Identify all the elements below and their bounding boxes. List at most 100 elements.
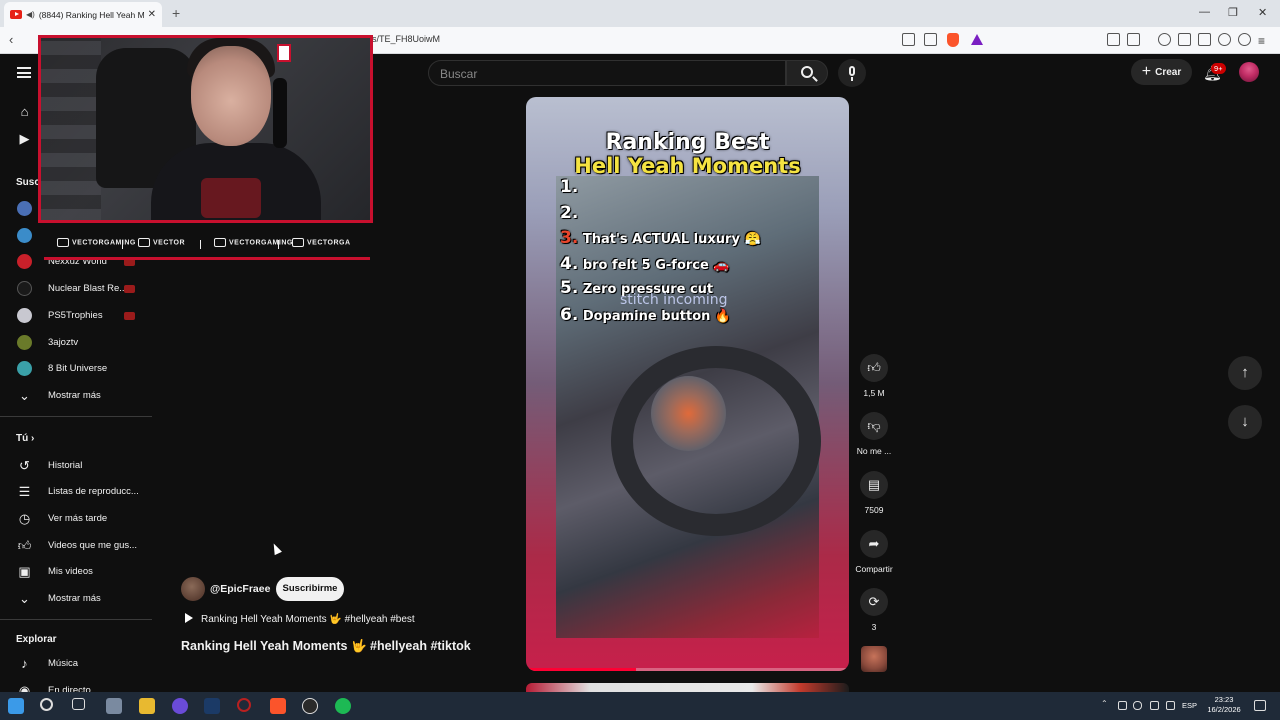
- channel-avatar: [17, 254, 32, 269]
- share-label: Compartir: [855, 564, 893, 574]
- sidebar-show-more-2[interactable]: ⌄ Mostrar más: [0, 586, 152, 612]
- previous-short-button[interactable]: ↑: [1228, 356, 1262, 390]
- hamburger-menu-icon[interactable]: [17, 67, 31, 78]
- sidebar-channel-3ajoztv[interactable]: 3ajoztv: [0, 330, 152, 356]
- audio-playing-icon[interactable]: ◀): [26, 10, 35, 19]
- opera-icon[interactable]: [237, 698, 251, 712]
- vpn-icon[interactable]: [1238, 33, 1251, 46]
- subscriptions-heading[interactable]: Susc: [16, 177, 40, 188]
- menu-icon[interactable]: ≡: [1258, 34, 1265, 48]
- sidebar-item-label: Listas de reproducc...: [48, 486, 139, 497]
- restore-icon[interactable]: ❐: [1228, 6, 1238, 19]
- wallet-icon[interactable]: [1198, 33, 1211, 46]
- app-icon[interactable]: [172, 698, 188, 714]
- minimize-icon[interactable]: —: [1199, 6, 1210, 18]
- install-icon[interactable]: [902, 33, 915, 46]
- arrow-down-icon: ↓: [1241, 413, 1249, 430]
- sidebar-item-music[interactable]: ♪ Música: [0, 651, 152, 677]
- sidebar-item-history[interactable]: ↺ Historial: [0, 453, 152, 479]
- sidebar-show-more[interactable]: ⌄ Mostrar más: [0, 383, 152, 409]
- next-short-button[interactable]: ↓: [1228, 405, 1262, 439]
- channel-avatar: [17, 228, 32, 243]
- language-indicator[interactable]: ESP: [1182, 701, 1197, 710]
- leo-ai-icon[interactable]: [1218, 33, 1231, 46]
- sidebar-divider: [0, 619, 152, 620]
- obs-icon[interactable]: [302, 698, 318, 714]
- instagram-icon: [292, 238, 304, 247]
- dislike-button[interactable]: 👎︎: [860, 412, 888, 440]
- screenshot-icon[interactable]: [1127, 33, 1140, 46]
- video-progress-fill: [526, 668, 636, 671]
- sidebar-channel-8-bit-universe[interactable]: 8 Bit Universe: [0, 356, 152, 382]
- share-page-icon[interactable]: [924, 33, 937, 46]
- notification-center-icon[interactable]: [1254, 700, 1266, 711]
- comments-button[interactable]: ▤: [860, 471, 888, 499]
- twitter-bird-icon: [214, 238, 226, 247]
- search-icon[interactable]: [40, 698, 53, 711]
- media-icon[interactable]: [1158, 33, 1171, 46]
- social-handles-bar: VECTORGAMING VECTOR VECTORGAMING VECTORG…: [42, 233, 370, 260]
- close-tab-icon[interactable]: ✕: [148, 9, 156, 20]
- sidebar-channel-nuclear-blast[interactable]: Nuclear Blast Re...: [0, 276, 152, 302]
- clock[interactable]: 23:23 16/2/2026: [1204, 695, 1244, 715]
- like-button[interactable]: 👍︎: [860, 354, 888, 382]
- app-icon[interactable]: [106, 698, 122, 714]
- spotify-icon[interactable]: [335, 698, 351, 714]
- voice-search-button[interactable]: [838, 59, 866, 87]
- share-button[interactable]: ➦: [860, 530, 888, 558]
- channel-avatar[interactable]: [181, 577, 205, 601]
- file-explorer-icon[interactable]: [139, 698, 155, 714]
- short-video-player[interactable]: Ranking Best Hell Yeah Moments 1. 2. 3. …: [526, 97, 849, 671]
- remix-button[interactable]: ⟳: [860, 588, 888, 616]
- account-avatar[interactable]: [1239, 62, 1259, 82]
- short-title-line1: Ranking Best: [605, 130, 770, 155]
- search-input[interactable]: Buscar: [428, 60, 786, 86]
- sidebar-item-your-videos[interactable]: ▣ Mis videos: [0, 559, 152, 585]
- arrow-up-icon: ↑: [1241, 364, 1249, 381]
- brave-rewards-icon[interactable]: [971, 34, 983, 45]
- rank-item: 6. Dopamine button 🔥: [560, 305, 732, 325]
- chevron-down-icon: ⌄: [19, 591, 30, 606]
- webcam-overlay: [38, 35, 373, 223]
- new-tab-icon[interactable]: +: [172, 5, 180, 21]
- channel-avatar: [17, 335, 32, 350]
- volume-icon[interactable]: [1166, 701, 1175, 710]
- steam-icon[interactable]: [204, 698, 220, 714]
- sidebar-item-liked-videos[interactable]: 👍︎ Videos que me gus...: [0, 533, 152, 559]
- microphone-icon: [849, 66, 855, 76]
- you-heading[interactable]: Tú ›: [16, 433, 34, 444]
- channel-avatar: [17, 281, 32, 296]
- brave-browser-icon[interactable]: [270, 698, 286, 714]
- tray-app-icon[interactable]: [1118, 701, 1127, 710]
- task-view-icon[interactable]: [72, 698, 85, 710]
- sidebar-item-watch-later[interactable]: ◷ Ver más tarde: [0, 506, 152, 532]
- you-heading-label: Tú: [16, 433, 29, 444]
- tray-chevron-icon[interactable]: ⌃: [1101, 699, 1110, 708]
- microphone-tray-icon[interactable]: [1133, 701, 1142, 710]
- sidebar-item-label: Historial: [48, 460, 83, 471]
- extensions-icon[interactable]: [1107, 33, 1120, 46]
- sidebar-divider: [0, 416, 152, 417]
- search-button[interactable]: [786, 60, 828, 86]
- video-progress-bar[interactable]: [526, 668, 849, 671]
- browser-tab[interactable]: ◀) (8844) Ranking Hell Yeah Moments ✕: [4, 2, 162, 27]
- back-icon[interactable]: ‹: [9, 32, 13, 47]
- brave-shields-icon[interactable]: [947, 33, 959, 47]
- clock-date: 16/2/2026: [1207, 705, 1241, 714]
- network-icon[interactable]: [1150, 701, 1159, 710]
- sidebar-toggle-icon[interactable]: [1178, 33, 1191, 46]
- comment-count: 7509: [864, 505, 884, 515]
- sidebar-item-playlists[interactable]: ☰ Listas de reproducc...: [0, 479, 152, 505]
- comment-icon: ▤: [867, 477, 881, 492]
- subscribe-button[interactable]: Suscribirme: [276, 577, 344, 601]
- create-button[interactable]: + Crear: [1131, 59, 1192, 85]
- sidebar-item-label: Mis videos: [48, 566, 93, 577]
- channel-name[interactable]: @EpicFraee: [210, 583, 270, 595]
- sound-thumbnail[interactable]: [861, 646, 887, 672]
- close-window-icon[interactable]: ✕: [1258, 6, 1267, 19]
- url-text[interactable]: s/TE_FH8UoiwM: [372, 34, 440, 44]
- windows-start-icon[interactable]: [8, 698, 24, 714]
- thumbs-up-icon: 👍︎: [867, 360, 881, 375]
- sound-link[interactable]: Ranking Hell Yeah Moments 🤟 #hellyeah #b…: [181, 613, 415, 625]
- sidebar-channel-ps5trophies[interactable]: PS5Trophies: [0, 303, 152, 329]
